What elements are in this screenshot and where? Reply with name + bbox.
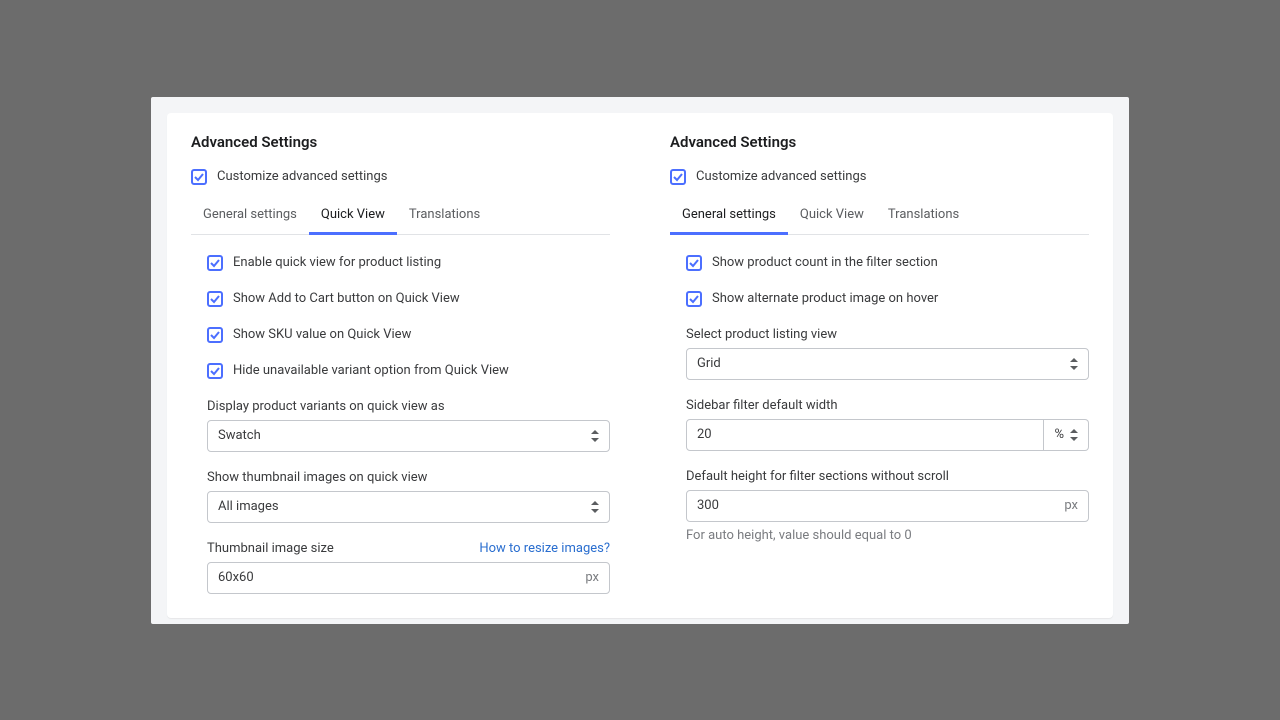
sidebar-width-value: 20 [697, 427, 1033, 442]
check-icon [673, 172, 683, 182]
show-alt-image-label: Show alternate product image on hover [712, 291, 938, 306]
thumb-size-label: Thumbnail image size [207, 541, 334, 556]
tabs: General settings Quick View Translations [191, 199, 610, 235]
variants-select[interactable]: Swatch [207, 420, 610, 452]
filter-height-unit: px [1056, 498, 1078, 513]
check-icon [689, 258, 699, 268]
filter-height-helper: For auto height, value should equal to 0 [686, 528, 1089, 543]
listing-view-value: Grid [697, 356, 721, 371]
panel-title: Advanced Settings [670, 133, 1089, 151]
sidebar-width-field: Sidebar filter default width 20 % [686, 398, 1089, 451]
hide-unavailable-checkbox[interactable] [207, 363, 223, 379]
show-addtocart-row: Show Add to Cart button on Quick View [207, 291, 610, 307]
listing-view-field: Select product listing view Grid [686, 327, 1089, 380]
settings-window: Advanced Settings Customize advanced set… [151, 97, 1129, 624]
sidebar-width-input[interactable]: 20 [686, 419, 1044, 451]
filter-height-label: Default height for filter sections witho… [686, 469, 1089, 484]
select-sort-icon [1070, 429, 1078, 441]
variants-label: Display product variants on quick view a… [207, 399, 610, 414]
sidebar-width-unit: % [1054, 427, 1064, 442]
settings-card: Advanced Settings Customize advanced set… [167, 113, 1113, 618]
thumbnails-field: Show thumbnail images on quick view All … [207, 470, 610, 523]
thumb-size-value: 60x60 [218, 570, 577, 585]
thumbnails-label: Show thumbnail images on quick view [207, 470, 610, 485]
select-sort-icon [1070, 358, 1078, 370]
left-panel: Advanced Settings Customize advanced set… [191, 133, 610, 594]
customize-label: Customize advanced settings [696, 169, 866, 184]
sidebar-width-input-group: 20 % [686, 419, 1089, 451]
panel-title: Advanced Settings [191, 133, 610, 151]
right-panel: Advanced Settings Customize advanced set… [670, 133, 1089, 594]
hide-unavailable-label: Hide unavailable variant option from Qui… [233, 363, 509, 378]
customize-checkbox[interactable] [191, 169, 207, 185]
select-sort-icon [591, 501, 599, 513]
customize-toggle-row: Customize advanced settings [670, 169, 1089, 185]
show-product-count-checkbox[interactable] [686, 255, 702, 271]
tab-general-settings[interactable]: General settings [670, 199, 788, 235]
show-addtocart-checkbox[interactable] [207, 291, 223, 307]
thumb-size-label-row: Thumbnail image size How to resize image… [207, 541, 610, 556]
thumb-size-field: Thumbnail image size How to resize image… [207, 541, 610, 594]
show-sku-label: Show SKU value on Quick View [233, 327, 411, 342]
hide-unavailable-row: Hide unavailable variant option from Qui… [207, 363, 610, 379]
show-sku-row: Show SKU value on Quick View [207, 327, 610, 343]
filter-height-field: Default height for filter sections witho… [686, 469, 1089, 543]
listing-view-label: Select product listing view [686, 327, 1089, 342]
filter-height-input[interactable]: 300 px [686, 490, 1089, 522]
show-addtocart-label: Show Add to Cart button on Quick View [233, 291, 460, 306]
check-icon [210, 330, 220, 340]
thumbnails-select[interactable]: All images [207, 491, 610, 523]
tab-general-settings[interactable]: General settings [191, 199, 309, 235]
enable-quickview-label: Enable quick view for product listing [233, 255, 441, 270]
enable-quickview-checkbox[interactable] [207, 255, 223, 271]
variants-value: Swatch [218, 428, 261, 443]
show-alt-image-checkbox[interactable] [686, 291, 702, 307]
resize-help-link[interactable]: How to resize images? [479, 541, 610, 556]
tab-translations[interactable]: Translations [876, 199, 971, 235]
thumb-size-input[interactable]: 60x60 px [207, 562, 610, 594]
thumb-size-unit: px [577, 570, 599, 585]
filter-height-value: 300 [697, 498, 1056, 513]
check-icon [210, 366, 220, 376]
tab-translations[interactable]: Translations [397, 199, 492, 235]
customize-toggle-row: Customize advanced settings [191, 169, 610, 185]
show-product-count-row: Show product count in the filter section [686, 255, 1089, 271]
sidebar-width-unit-select[interactable]: % [1044, 419, 1089, 451]
show-sku-checkbox[interactable] [207, 327, 223, 343]
enable-quickview-row: Enable quick view for product listing [207, 255, 610, 271]
listing-view-select[interactable]: Grid [686, 348, 1089, 380]
check-icon [194, 172, 204, 182]
show-product-count-label: Show product count in the filter section [712, 255, 938, 270]
variants-field: Display product variants on quick view a… [207, 399, 610, 452]
tab-quick-view[interactable]: Quick View [788, 199, 876, 235]
check-icon [210, 294, 220, 304]
show-alt-image-row: Show alternate product image on hover [686, 291, 1089, 307]
customize-checkbox[interactable] [670, 169, 686, 185]
check-icon [210, 258, 220, 268]
tab-quick-view[interactable]: Quick View [309, 199, 397, 235]
select-sort-icon [591, 430, 599, 442]
sidebar-width-label: Sidebar filter default width [686, 398, 1089, 413]
thumbnails-value: All images [218, 499, 279, 514]
check-icon [689, 294, 699, 304]
customize-label: Customize advanced settings [217, 169, 387, 184]
tabs: General settings Quick View Translations [670, 199, 1089, 235]
